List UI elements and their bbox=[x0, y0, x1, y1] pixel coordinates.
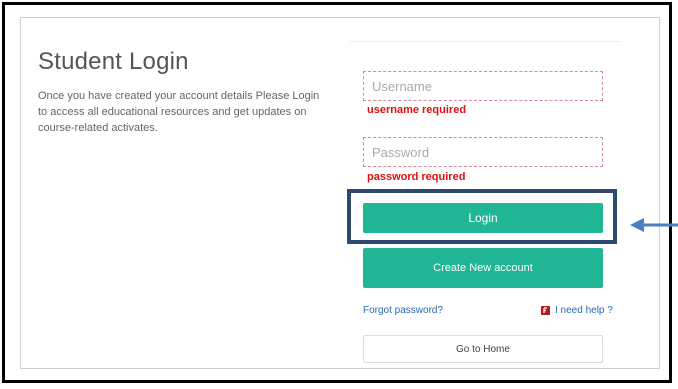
username-input[interactable] bbox=[363, 71, 603, 101]
help-icon bbox=[541, 306, 550, 315]
login-description: Once you have created your account detai… bbox=[38, 90, 320, 134]
help-link[interactable]: I need help ? bbox=[541, 305, 613, 316]
left-arrow-icon bbox=[630, 218, 678, 232]
create-account-button[interactable]: Create New account bbox=[363, 248, 603, 288]
login-button[interactable]: Login bbox=[363, 203, 603, 233]
go-home-button[interactable]: Go to Home bbox=[363, 335, 603, 363]
password-input[interactable] bbox=[363, 137, 603, 167]
forgot-password-link[interactable]: Forgot password? bbox=[363, 305, 443, 316]
page-title: Student Login bbox=[38, 48, 189, 75]
username-error: username required bbox=[367, 104, 467, 116]
help-label: I need help ? bbox=[555, 305, 613, 316]
password-error: password required bbox=[367, 171, 466, 183]
form-top-divider bbox=[350, 41, 620, 42]
